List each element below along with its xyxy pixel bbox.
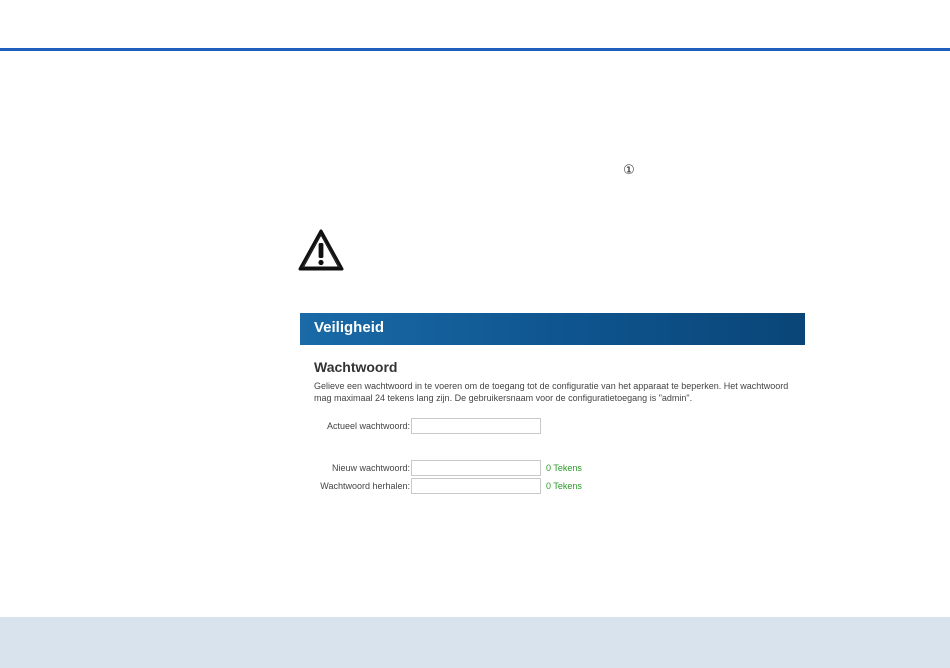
callout-marker: ① [623,163,635,178]
current-password-input[interactable] [411,418,541,434]
current-password-row: Actueel wachtwoord: [300,418,541,434]
repeat-password-input[interactable] [411,478,541,494]
new-password-row: Nieuw wachtwoord: 0 Tekens [300,460,582,476]
security-panel: Veiligheid Wachtwoord Gelieve een wachtw… [300,313,805,513]
repeat-password-row: Wachtwoord herhalen: 0 Tekens [300,478,582,494]
warning-icon [298,229,344,271]
manual-page: ① Veiligheid Wachtwoord Gelieve een wach… [0,0,950,668]
repeat-password-counter: 0 Tekens [546,481,582,491]
panel-header: Veiligheid [300,313,805,345]
repeat-password-label: Wachtwoord herhalen: [320,481,410,491]
new-password-label: Nieuw wachtwoord: [331,463,410,473]
new-password-counter: 0 Tekens [546,463,582,473]
new-password-input[interactable] [411,460,541,476]
current-password-label: Actueel wachtwoord: [326,421,410,431]
footer-band [0,617,950,668]
section-title: Wachtwoord [314,359,398,375]
top-rule [0,48,950,51]
password-description: Gelieve een wachtwoord in te voeren om d… [314,381,789,403]
